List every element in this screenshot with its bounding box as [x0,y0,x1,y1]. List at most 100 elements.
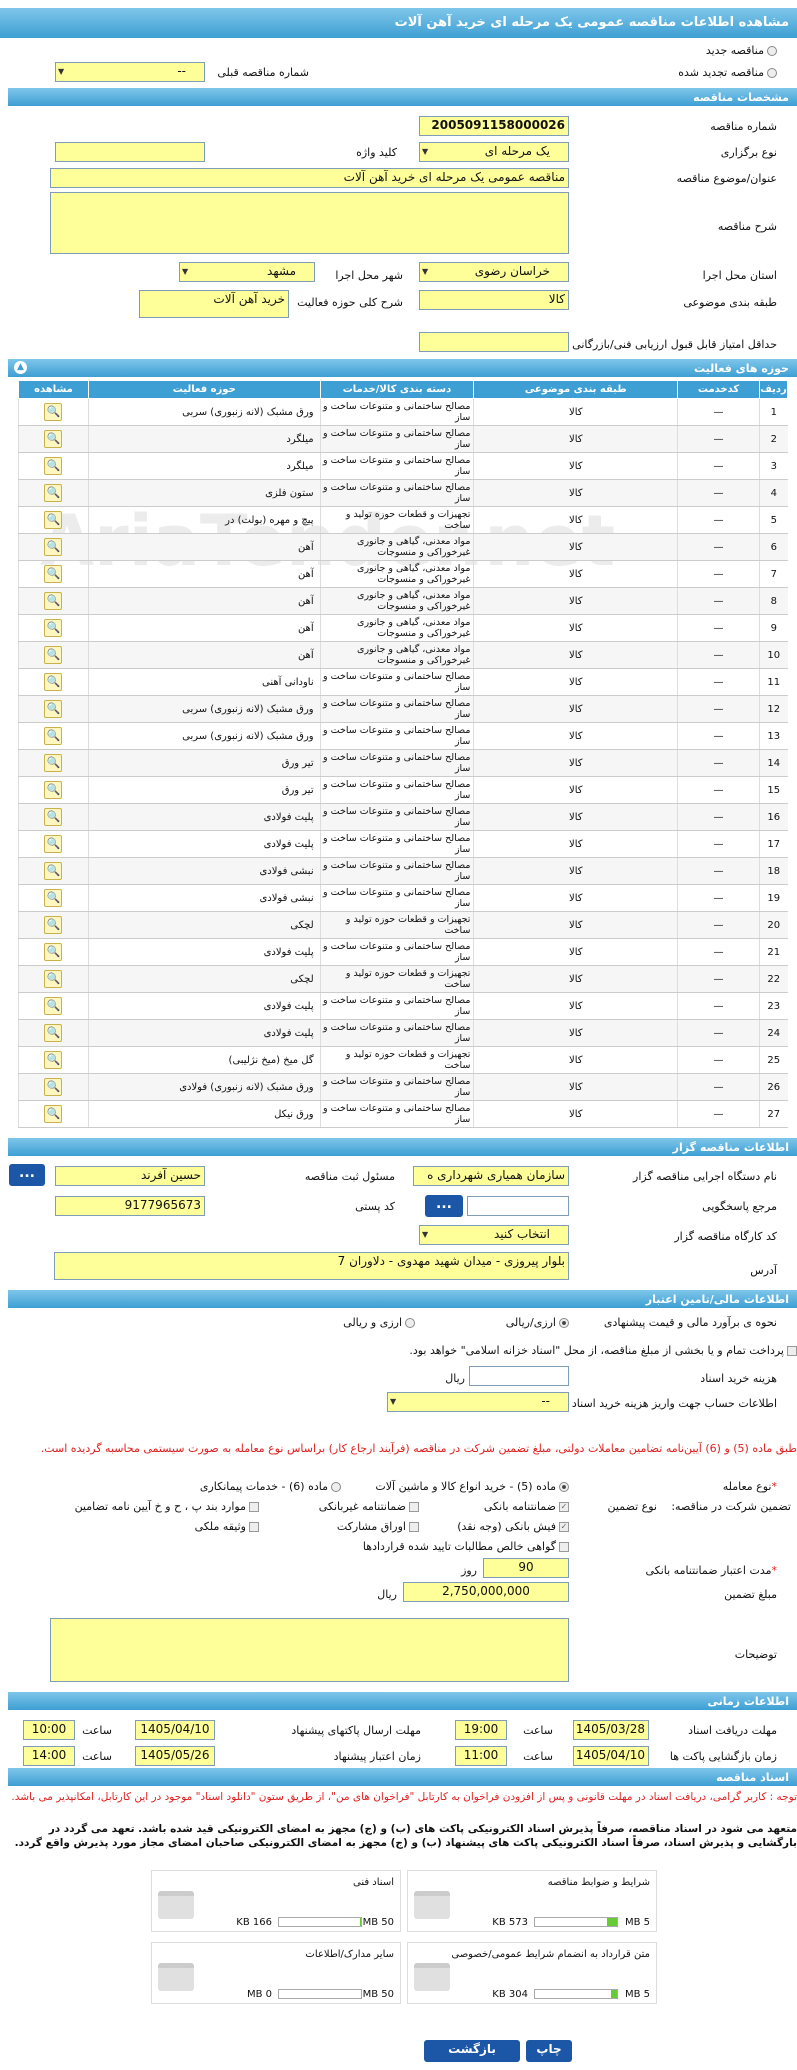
cell-field: ورق مشبک (لانه زنبوری) فولادی [87,1073,321,1101]
t2-time[interactable]: 10:00 [23,1720,75,1740]
guarantee-cash-checkbox[interactable]: ✓فیش بانکی (وجه نقد) [457,1520,569,1533]
doc-terms[interactable]: شرایط و ضوابط مناقصه 5 MB 573 KB [407,1870,657,1932]
t3-time[interactable]: 11:00 [455,1746,507,1766]
view-icon[interactable]: 🔍 [44,484,63,502]
view-icon[interactable]: 🔍 [44,1078,63,1096]
reference-more-button[interactable]: ... [425,1195,463,1217]
view-icon[interactable]: 🔍 [44,592,63,610]
doc-contract[interactable]: متن قرارداد به انضمام شرایط عمومی/خصوصی … [407,1942,657,2004]
cell-row-number: 27 [759,1100,788,1128]
view-icon[interactable]: 🔍 [44,862,63,880]
category-field[interactable]: کالا [419,290,569,310]
subject-field[interactable]: مناقصه عمومی یک مرحله ای خرید آهن آلات [50,168,569,188]
view-icon[interactable]: 🔍 [44,403,63,421]
renewed-tender-radio[interactable]: مناقصه تجدید شده [678,66,777,79]
prev-number-select[interactable]: -- [55,62,205,82]
cell-service-code: — [677,614,760,642]
cell-group: مصالح ساختمانی و متنوعات ساخت و ساز [319,668,474,696]
new-tender-radio[interactable]: مناقصه جدید [706,44,777,57]
doc-terms-max: 5 MB [624,1917,650,1928]
print-button[interactable]: چاپ [526,2040,572,2062]
cell-view: 🔍 [18,803,89,831]
view-icon[interactable]: 🔍 [44,646,63,664]
view-icon[interactable]: 🔍 [44,754,63,772]
view-icon[interactable]: 🔍 [44,565,63,583]
deal-option-2[interactable]: ماده (6) - خدمات پیمانکاری [200,1480,341,1493]
view-icon[interactable]: 🔍 [44,781,63,799]
view-icon[interactable]: 🔍 [44,889,63,907]
view-icon[interactable]: 🔍 [44,673,63,691]
estimate-option-1[interactable]: ارزی/ریالی [506,1316,569,1329]
account-select[interactable]: -- [387,1392,569,1412]
view-icon[interactable]: 🔍 [44,970,63,988]
view-icon[interactable]: 🔍 [44,538,63,556]
keyword-input[interactable] [55,142,205,162]
cell-group: مصالح ساختمانی و متنوعات ساخت و ساز [319,776,474,804]
registrar-more-button[interactable]: ... [9,1164,45,1186]
view-icon[interactable]: 🔍 [44,916,63,934]
view-icon[interactable]: 🔍 [44,727,63,745]
table-row: 27— کالا مصالح ساختمانی و متنوعات ساخت و س… [18,1100,788,1128]
amount-field[interactable]: 2,750,000,000 [403,1582,569,1602]
cell-service-code: — [677,992,760,1020]
view-icon[interactable]: 🔍 [44,808,63,826]
view-icon[interactable]: 🔍 [44,457,63,475]
address-field[interactable]: بلوار پیروزی - میدان شهید مهدوی - دلاورا… [54,1252,569,1280]
t3-date[interactable]: 1405/04/10 [573,1746,649,1766]
doc-cost-field[interactable] [469,1366,569,1386]
t4-time[interactable]: 14:00 [23,1746,75,1766]
cell-category: کالا [473,695,678,723]
view-icon[interactable]: 🔍 [44,1051,63,1069]
reference-field[interactable] [467,1196,569,1216]
cell-field: پیچ و مهره (بولت) در [87,506,321,534]
tender-number-field[interactable]: 2005091158000026 [419,116,569,136]
cell-row-number: 22 [759,965,788,993]
cell-group: مصالح ساختمانی و متنوعات ساخت و ساز [319,479,474,507]
guarantee-claims-checkbox[interactable]: گواهی خالص مطالبات تایید شده قراردادها [363,1540,569,1553]
view-icon[interactable]: 🔍 [44,700,63,718]
guarantee-rules-checkbox[interactable]: موارد بند پ ، ح و خ آیین نامه تضامین [75,1500,259,1513]
view-icon[interactable]: 🔍 [44,835,63,853]
city-select[interactable]: مشهد [179,262,315,282]
treasury-checkbox[interactable]: پرداخت تمام و یا بخشی از مبلغ مناقصه، از… [409,1344,797,1357]
view-icon[interactable]: 🔍 [44,619,63,637]
t1-date[interactable]: 1405/03/28 [573,1720,649,1740]
view-icon[interactable]: 🔍 [44,997,63,1015]
notes-field[interactable] [50,1618,569,1682]
workshop-select[interactable]: انتخاب کنید [419,1225,569,1245]
back-button[interactable]: بازگشت [424,2040,520,2062]
type-select[interactable]: یک مرحله ای [419,142,569,162]
guarantee-property-checkbox[interactable]: وثیقه ملکی [195,1520,259,1533]
view-icon[interactable]: 🔍 [44,430,63,448]
estimate-option-2[interactable]: ارزی و ریالی [343,1316,415,1329]
t4-date[interactable]: 1405/05/26 [135,1746,215,1766]
cell-category: کالا [473,506,678,534]
org-name-field[interactable]: سازمان همیاری شهرداری ه [413,1166,569,1186]
doc-technical[interactable]: اسناد فنی 50 MB 166 KB [151,1870,401,1932]
view-icon[interactable]: 🔍 [44,943,63,961]
view-icon[interactable]: 🔍 [44,1024,63,1042]
view-icon[interactable]: 🔍 [44,1105,63,1123]
collapse-icon[interactable]: ▲ [14,361,27,374]
scope-field[interactable]: خرید آهن آلات [139,290,289,318]
province-select[interactable]: خراسان رضوی [419,262,569,282]
guarantee-nonbank-checkbox[interactable]: ضمانتنامه غیربانکی [319,1500,419,1513]
col-code: کدخدمت [677,380,761,399]
t2-date[interactable]: 1405/04/10 [135,1720,215,1740]
view-icon[interactable]: 🔍 [44,511,63,529]
deal-option-1[interactable]: ماده (5) - خرید انواع کالا و ماشین آلات [375,1480,569,1493]
cell-field: تیر ورق [87,749,321,777]
guarantee-bonds-checkbox[interactable]: اوراق مشارکت [337,1520,419,1533]
registrar-field[interactable]: حسین آفرند [55,1166,205,1186]
min-score-field[interactable] [419,332,569,352]
cell-group: مصالح ساختمانی و متنوعات ساخت و ساز [319,830,474,858]
cell-category: کالا [473,965,678,993]
postal-field[interactable]: 9177965673 [55,1196,205,1216]
doc-other[interactable]: سایر مدارک/اطلاعات 50 MB 0 MB [151,1942,401,2004]
guarantee-bank-checkbox[interactable]: ✓ضمانتنامه بانکی [484,1500,569,1513]
description-field[interactable] [50,192,569,254]
cell-row-number: 26 [759,1073,788,1101]
cell-group: مصالح ساختمانی و متنوعات ساخت و ساز [319,884,474,912]
t1-time[interactable]: 19:00 [455,1720,507,1740]
validity-field[interactable]: 90 [483,1558,569,1578]
